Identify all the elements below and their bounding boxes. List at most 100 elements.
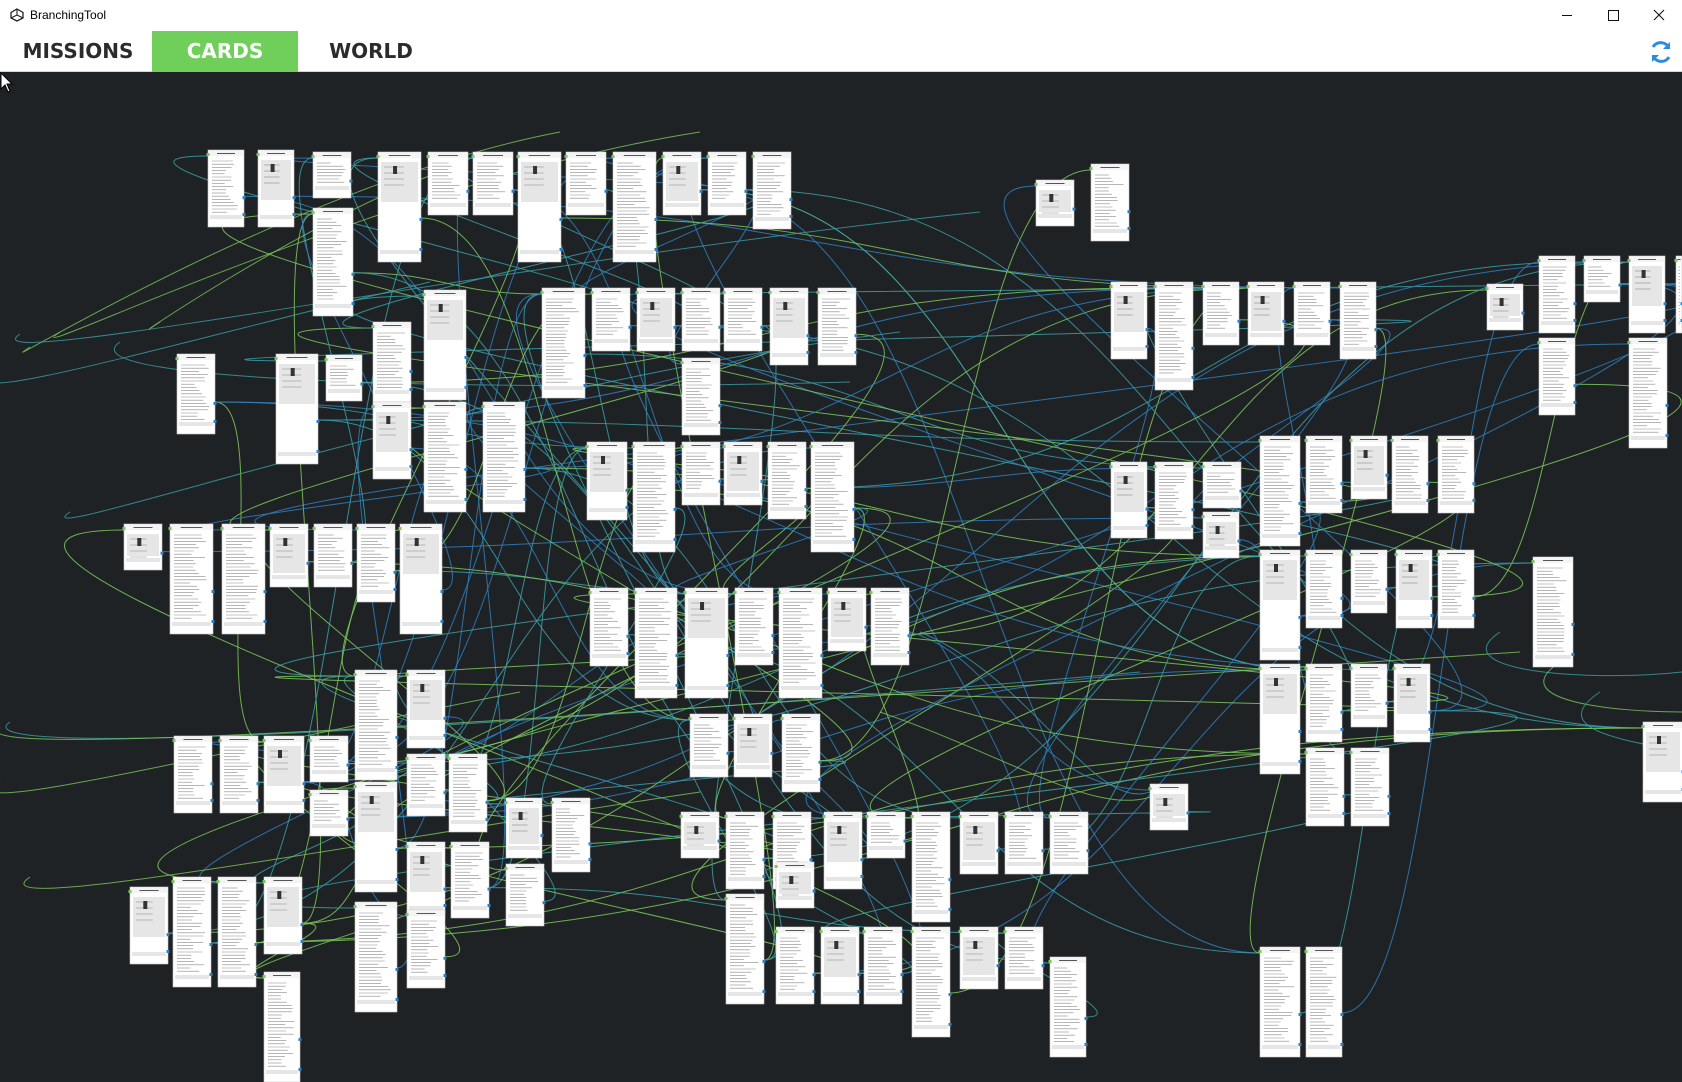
card-node-input-port[interactable] bbox=[1034, 183, 1038, 186]
card-node-input-port[interactable] bbox=[262, 739, 266, 742]
card-node-output-port[interactable] bbox=[1186, 811, 1190, 815]
card-node-input-port[interactable] bbox=[262, 975, 266, 978]
card-node-output-port[interactable] bbox=[300, 940, 304, 943]
card-node-output-port[interactable] bbox=[419, 248, 423, 251]
card-node-input-port[interactable] bbox=[405, 845, 409, 848]
card-node-input-port[interactable] bbox=[826, 591, 830, 594]
card-node-output-port[interactable] bbox=[1385, 473, 1389, 477]
card-node-output-port[interactable] bbox=[1340, 499, 1344, 502]
card-node-input-port[interactable] bbox=[1048, 815, 1052, 818]
card-node-output-port[interactable] bbox=[789, 198, 793, 202]
card-node-input-port[interactable] bbox=[661, 155, 665, 158]
card-node-output-port[interactable] bbox=[1472, 596, 1476, 600]
card-node-output-port[interactable] bbox=[1298, 532, 1302, 535]
card-node-input-port[interactable] bbox=[122, 527, 126, 530]
card-node-output-port[interactable] bbox=[1340, 728, 1344, 731]
card-node-output-port[interactable] bbox=[820, 654, 824, 657]
card-node[interactable] bbox=[171, 876, 213, 988]
card-node-input-port[interactable] bbox=[1304, 439, 1308, 442]
card-node-input-port[interactable] bbox=[371, 325, 375, 328]
card-node-input-port[interactable] bbox=[405, 913, 409, 916]
card-node-input-port[interactable] bbox=[128, 890, 132, 893]
card-node-input-port[interactable] bbox=[1394, 553, 1398, 556]
card-node-input-port[interactable] bbox=[1436, 553, 1440, 556]
card-node-output-port[interactable] bbox=[210, 799, 214, 802]
card-node-input-port[interactable] bbox=[680, 445, 684, 448]
card-node[interactable] bbox=[1292, 281, 1332, 346]
card-node-output-port[interactable] bbox=[254, 943, 258, 946]
card-node[interactable] bbox=[312, 523, 354, 588]
card-node[interactable] bbox=[1537, 255, 1577, 334]
card-node-input-port[interactable] bbox=[774, 930, 778, 933]
close-button[interactable] bbox=[1636, 0, 1682, 31]
card-node[interactable] bbox=[1258, 946, 1302, 1058]
card-node-output-port[interactable] bbox=[673, 508, 677, 511]
card-node-output-port[interactable] bbox=[604, 189, 608, 193]
card-node-input-port[interactable] bbox=[449, 845, 453, 848]
card-node-output-port[interactable] bbox=[948, 1023, 952, 1026]
card-node-output-port[interactable] bbox=[675, 684, 679, 687]
card-node-output-port[interactable] bbox=[360, 382, 364, 386]
card-node-input-port[interactable] bbox=[218, 739, 222, 742]
card-node-output-port[interactable] bbox=[812, 973, 816, 977]
card-node[interactable] bbox=[1153, 461, 1195, 540]
card-node-input-port[interactable] bbox=[706, 155, 710, 158]
card-node-output-port[interactable] bbox=[583, 354, 587, 357]
card-node-input-port[interactable] bbox=[471, 155, 475, 158]
card-node-output-port[interactable] bbox=[395, 766, 399, 769]
card-node-output-port[interactable] bbox=[744, 189, 748, 193]
card-node-output-port[interactable] bbox=[300, 923, 304, 927]
maximize-button[interactable] bbox=[1590, 0, 1636, 31]
card-node-output-port[interactable] bbox=[812, 990, 816, 993]
card-node-output-port[interactable] bbox=[726, 654, 730, 657]
card-node-output-port[interactable] bbox=[292, 196, 296, 200]
card-node[interactable] bbox=[688, 713, 730, 778]
card-node[interactable] bbox=[122, 523, 164, 571]
card-node[interactable] bbox=[1436, 435, 1476, 514]
card-node-output-port[interactable] bbox=[351, 302, 355, 305]
card-node-input-port[interactable] bbox=[311, 211, 315, 214]
card-node-input-port[interactable] bbox=[312, 527, 316, 530]
card-node[interactable] bbox=[1627, 255, 1667, 334]
card-node-input-port[interactable] bbox=[679, 815, 683, 818]
card-node[interactable] bbox=[733, 587, 775, 666]
card-node[interactable] bbox=[308, 735, 350, 783]
card-node-input-port[interactable] bbox=[1537, 259, 1541, 262]
card-node-output-port[interactable] bbox=[1430, 614, 1434, 617]
card-node-output-port[interactable] bbox=[409, 465, 413, 468]
card-node-input-port[interactable] bbox=[422, 405, 426, 408]
card-node-input-port[interactable] bbox=[516, 155, 520, 158]
card-node-input-port[interactable] bbox=[1109, 465, 1113, 468]
card-node[interactable] bbox=[540, 287, 587, 399]
card-node-input-port[interactable] bbox=[1201, 285, 1205, 288]
card-node-output-port[interactable] bbox=[1127, 210, 1131, 214]
card-node-input-port[interactable] bbox=[724, 815, 728, 818]
card-node[interactable] bbox=[680, 441, 722, 506]
card-node-output-port[interactable] bbox=[559, 248, 563, 251]
card-node-input-port[interactable] bbox=[680, 361, 684, 364]
card-node[interactable] bbox=[590, 287, 632, 352]
card-node-output-port[interactable] bbox=[166, 933, 170, 937]
card-node-output-port[interactable] bbox=[485, 800, 489, 804]
card-node-input-port[interactable] bbox=[371, 405, 375, 408]
card-node[interactable] bbox=[862, 926, 904, 1005]
card-node-output-port[interactable] bbox=[1426, 499, 1430, 502]
card-node-output-port[interactable] bbox=[395, 968, 399, 971]
card-node[interactable] bbox=[722, 441, 764, 506]
card-node[interactable] bbox=[1304, 747, 1346, 827]
card-node-output-port[interactable] bbox=[760, 325, 764, 329]
card-node[interactable] bbox=[588, 587, 630, 667]
card-node[interactable] bbox=[405, 909, 447, 989]
card-node-output-port[interactable] bbox=[1145, 345, 1149, 348]
card-node[interactable] bbox=[1392, 663, 1432, 743]
card-node-input-port[interactable] bbox=[590, 291, 594, 294]
card-node[interactable] bbox=[311, 151, 353, 199]
card-node-input-port[interactable] bbox=[780, 717, 784, 720]
card-node-output-port[interactable] bbox=[760, 479, 764, 483]
card-node[interactable] bbox=[353, 901, 399, 1013]
card-node-output-port[interactable] bbox=[1340, 482, 1344, 486]
card-node[interactable] bbox=[1641, 721, 1682, 803]
card-node-output-port[interactable] bbox=[160, 551, 164, 555]
card-node-output-port[interactable] bbox=[1298, 1043, 1302, 1046]
card-node-output-port[interactable] bbox=[1571, 653, 1575, 656]
